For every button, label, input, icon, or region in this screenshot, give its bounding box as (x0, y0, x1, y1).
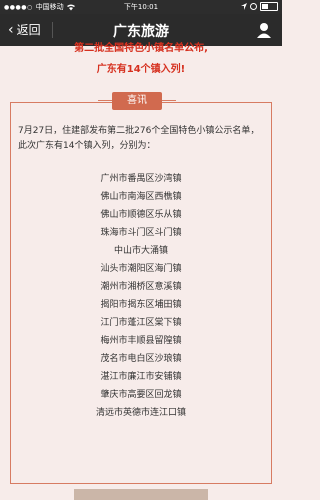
list-item: 梅州市丰顺县留隍镇 (100, 336, 182, 346)
list-item: 汕头市潮阳区海门镇 (100, 264, 182, 274)
announcement-line1: 第二批全国特色小镇名单公布, (74, 43, 208, 54)
status-right (241, 2, 278, 11)
list-item: 广州市番禺区沙湾镇 (100, 174, 182, 184)
list-item: 潮州市湘桥区意溪镇 (100, 282, 182, 292)
battery-icon (260, 2, 278, 11)
intro-text: 7月27日，住建部发布第二批276个全国特色小镇公示名单，此次广东有14个镇入列… (18, 126, 260, 151)
page-title: 广东旅游 (113, 24, 169, 40)
list-item: 茂名市电白区沙琅镇 (100, 354, 182, 364)
list-item: 肇庆市高要区回龙镇 (100, 390, 182, 400)
list-item: 清远市英德市连江口镇 (95, 408, 186, 418)
town-list: 广州市番禺区沙湾镇 佛山市南海区西樵镇 佛山市顺德区乐从镇 珠海市斗门区斗门镇 … (0, 170, 282, 422)
list-item: 佛山市顺德区乐从镇 (100, 210, 182, 220)
list-item: 揭阳市揭东区埔田镇 (100, 300, 182, 310)
bottom-image (74, 489, 208, 500)
alarm-icon (250, 3, 257, 10)
list-item: 佛山市南海区西樵镇 (100, 192, 182, 202)
list-item: 湛江市廉江市安铺镇 (100, 372, 182, 382)
announcement-line2: 广东有14个镇入列! (96, 64, 186, 75)
list-item: 珠海市斗门区斗门镇 (100, 228, 182, 238)
list-item: 江门市蓬江区棠下镇 (100, 318, 182, 328)
profile-icon[interactable] (254, 20, 274, 40)
news-badge: 喜讯 (98, 92, 176, 110)
status-time: 下午10:01 (123, 3, 159, 11)
status-bar: ●●●●○ 中国移动 下午10:01 (0, 0, 282, 14)
list-item: 中山市大涌镇 (113, 246, 168, 256)
location-icon (241, 3, 247, 10)
